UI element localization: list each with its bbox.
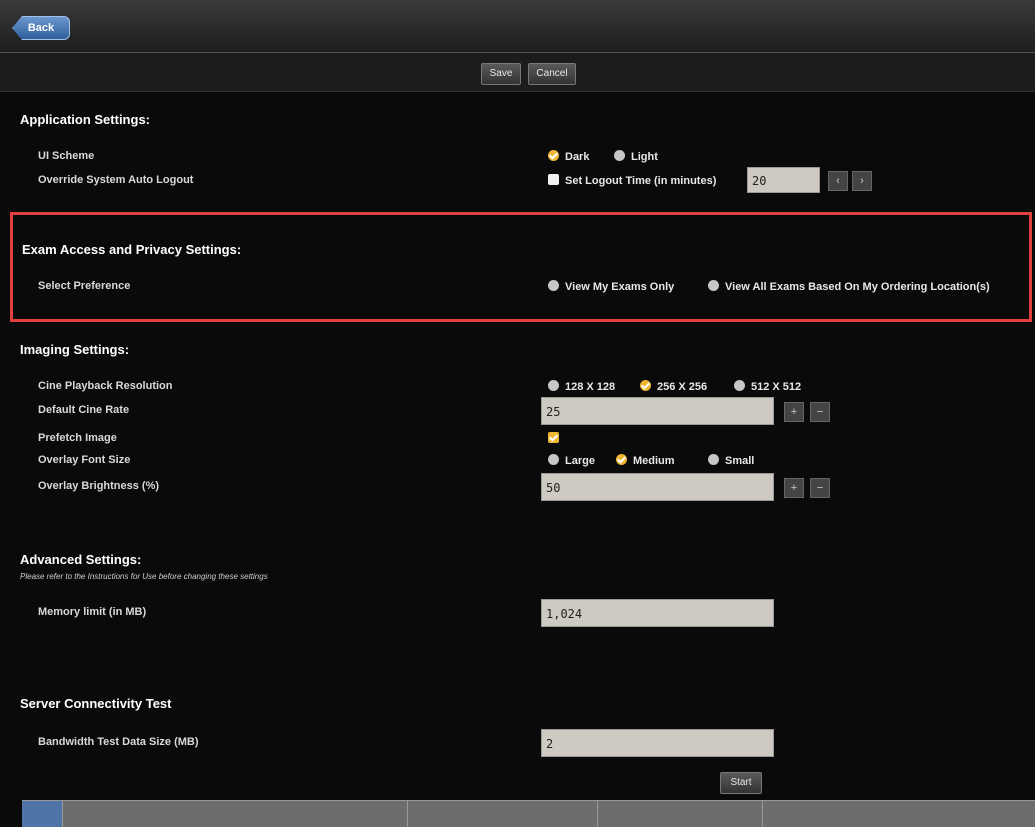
checkbox-icon [548, 174, 559, 185]
table-column-2[interactable] [407, 801, 598, 827]
ui-scheme-dark-option[interactable]: Dark [548, 150, 589, 163]
radio-icon [548, 454, 559, 465]
prefetch-label: Prefetch Image [38, 432, 117, 444]
logout-decrement-button[interactable]: ‹ [828, 171, 848, 191]
auto-logout-label: Override System Auto Logout [38, 174, 194, 186]
table-select-column[interactable] [22, 801, 63, 827]
logout-increment-button[interactable]: › [852, 171, 872, 191]
brightness-input[interactable]: 50 [541, 473, 774, 501]
bandwidth-label: Bandwidth Test Data Size (MB) [38, 736, 199, 748]
cine-rate-increment-button[interactable]: + [784, 402, 804, 422]
table-column-1[interactable] [62, 801, 408, 827]
advanced-settings-note: Please refer to the Instructions for Use… [20, 572, 268, 581]
font-small-option[interactable]: Small [708, 454, 754, 467]
radio-selected-icon [640, 380, 651, 391]
brightness-label: Overlay Brightness (%) [38, 480, 160, 492]
brightness-decrement-button[interactable]: − [810, 478, 830, 498]
advanced-settings-title: Advanced Settings: [20, 552, 142, 567]
radio-icon [708, 280, 719, 291]
radio-icon [548, 380, 559, 391]
prefetch-checkbox[interactable] [548, 432, 565, 445]
checkbox-checked-icon [548, 432, 559, 443]
start-button[interactable]: Start [720, 772, 762, 794]
logout-time-input[interactable]: 20 [747, 167, 820, 193]
view-my-exams-option[interactable]: View My Exams Only [548, 280, 674, 293]
application-settings-title: Application Settings: [20, 112, 150, 127]
cine-128-option[interactable]: 128 X 128 [548, 380, 615, 393]
view-all-exams-option[interactable]: View All Exams Based On My Ordering Loca… [708, 280, 990, 293]
imaging-settings-title: Imaging Settings: [20, 342, 130, 357]
logout-time-checkbox[interactable]: Set Logout Time (in minutes) [548, 174, 716, 187]
cine-rate-decrement-button[interactable]: − [810, 402, 830, 422]
save-button[interactable]: Save [481, 63, 521, 85]
font-medium-option[interactable]: Medium [616, 454, 675, 467]
cine-256-option[interactable]: 256 X 256 [640, 380, 707, 393]
cine-rate-input[interactable]: 25 [541, 397, 774, 425]
radio-icon [734, 380, 745, 391]
ui-scheme-light-option[interactable]: Light [614, 150, 658, 163]
radio-selected-icon [548, 150, 559, 161]
server-test-title: Server Connectivity Test [20, 696, 172, 711]
radio-icon [708, 454, 719, 465]
radio-selected-icon [616, 454, 627, 465]
font-size-label: Overlay Font Size [38, 454, 131, 466]
privacy-settings-title: Exam Access and Privacy Settings: [22, 242, 242, 257]
cancel-button[interactable]: Cancel [528, 63, 576, 85]
select-preference-label: Select Preference [38, 280, 131, 292]
memory-limit-label: Memory limit (in MB) [38, 606, 147, 618]
radio-icon [614, 150, 625, 161]
privacy-highlight-box [10, 212, 1032, 322]
memory-limit-input[interactable]: 1,024 [541, 599, 774, 627]
font-large-option[interactable]: Large [548, 454, 595, 467]
radio-icon [548, 280, 559, 291]
brightness-increment-button[interactable]: + [784, 478, 804, 498]
ui-scheme-label: UI Scheme [38, 150, 95, 162]
back-button[interactable]: Back [12, 16, 70, 40]
top-bar [0, 0, 1035, 53]
cine-512-option[interactable]: 512 X 512 [734, 380, 801, 393]
table-column-3[interactable] [597, 801, 763, 827]
bandwidth-input[interactable]: 2 [541, 729, 774, 757]
cine-resolution-label: Cine Playback Resolution [38, 380, 173, 392]
results-table-header [22, 800, 1035, 827]
cine-rate-label: Default Cine Rate [38, 404, 130, 416]
